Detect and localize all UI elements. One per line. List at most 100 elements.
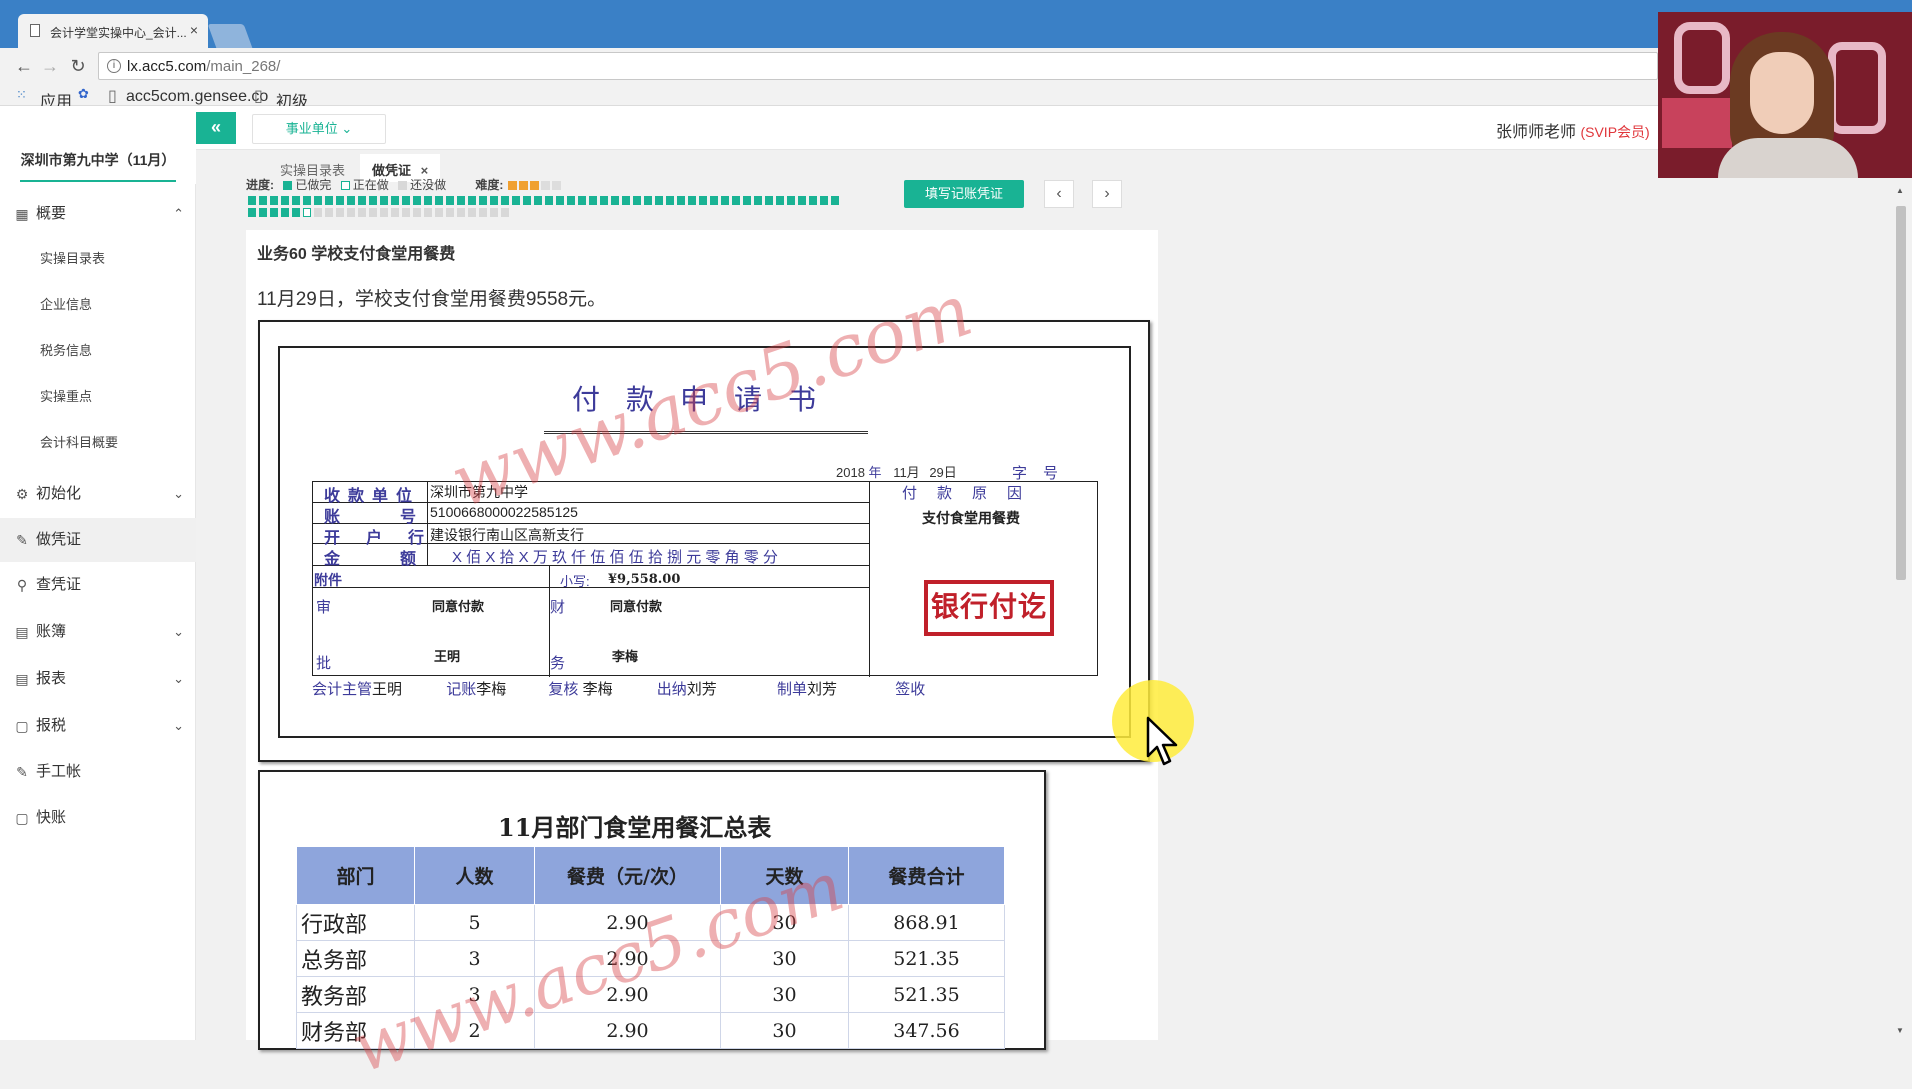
progress-cell[interactable]	[633, 196, 641, 205]
progress-cell[interactable]	[589, 196, 597, 205]
progress-cell[interactable]	[325, 208, 333, 217]
progress-cell[interactable]	[457, 208, 465, 217]
progress-cell[interactable]	[446, 196, 454, 205]
progress-cell[interactable]	[369, 208, 377, 217]
sidebar-item-7[interactable]: ✎ 手工帐	[0, 750, 196, 794]
progress-cell[interactable]	[358, 208, 366, 217]
progress-cell[interactable]	[391, 208, 399, 217]
progress-cell[interactable]	[721, 196, 729, 205]
sidebar-subitem-2[interactable]: 税务信息	[0, 328, 196, 374]
progress-cell[interactable]	[809, 196, 817, 205]
progress-cell[interactable]	[380, 196, 388, 205]
sidebar-subitem-3[interactable]: 实操重点	[0, 374, 196, 420]
progress-cell[interactable]	[490, 208, 498, 217]
close-tab-icon[interactable]: ×	[190, 22, 198, 38]
progress-cell[interactable]	[424, 208, 432, 217]
progress-cell[interactable]	[666, 196, 674, 205]
info-icon[interactable]: i	[107, 59, 121, 73]
scroll-down-icon[interactable]: ▼	[1896, 1026, 1904, 1035]
progress-cell[interactable]	[325, 196, 333, 205]
sidebar-item-2[interactable]: ✎ 做凭证	[0, 518, 196, 562]
progress-cell[interactable]	[248, 196, 256, 205]
user-info[interactable]: 张师师老师 (SVIP会员)	[1496, 118, 1650, 142]
progress-cell[interactable]	[281, 196, 289, 205]
progress-cell[interactable]	[622, 196, 630, 205]
progress-cell[interactable]	[677, 196, 685, 205]
sidebar-subitem-0[interactable]: 实操目录表	[0, 236, 196, 282]
progress-cell[interactable]	[402, 196, 410, 205]
progress-cell[interactable]	[424, 196, 432, 205]
progress-cell[interactable]	[457, 196, 465, 205]
progress-cell[interactable]	[347, 208, 355, 217]
progress-cell[interactable]	[578, 196, 586, 205]
progress-cell[interactable]	[336, 208, 344, 217]
sidebar-item-5[interactable]: ▤ 报表 ⌄	[0, 657, 196, 701]
progress-cell[interactable]	[402, 208, 410, 217]
progress-cell[interactable]	[831, 196, 839, 205]
sidebar-item-1[interactable]: ⚙ 初始化 ⌄	[0, 472, 196, 516]
sidebar-item-8[interactable]: ▢ 快账	[0, 796, 196, 840]
progress-cell[interactable]	[743, 196, 751, 205]
progress-cell[interactable]	[699, 196, 707, 205]
address-bar[interactable]: i lx.acc5.com/main_268/	[98, 52, 1658, 80]
progress-cell[interactable]	[787, 196, 795, 205]
progress-cell[interactable]	[512, 196, 520, 205]
progress-cell[interactable]	[501, 196, 509, 205]
progress-cell[interactable]	[710, 196, 718, 205]
progress-cell[interactable]	[281, 208, 289, 217]
progress-cell[interactable]	[347, 196, 355, 205]
progress-cell[interactable]	[248, 208, 256, 217]
chevron-down-icon[interactable]: ⌄	[173, 704, 184, 748]
progress-cell[interactable]	[479, 208, 487, 217]
chevron-down-icon[interactable]: ⌄	[173, 610, 184, 654]
progress-cell[interactable]	[490, 196, 498, 205]
progress-cell[interactable]	[336, 196, 344, 205]
progress-cell[interactable]	[292, 208, 300, 217]
scroll-up-icon[interactable]: ▲	[1896, 186, 1904, 195]
progress-cell[interactable]	[435, 196, 443, 205]
progress-cell[interactable]	[600, 196, 608, 205]
sidebar-item-4[interactable]: ▤ 账簿 ⌄	[0, 610, 196, 654]
scrollbar-thumb[interactable]	[1896, 206, 1906, 580]
sidebar-subitem-1[interactable]: 企业信息	[0, 282, 196, 328]
chevron-down-icon[interactable]: ⌄	[173, 657, 184, 701]
progress-cell[interactable]	[380, 208, 388, 217]
progress-cell[interactable]	[567, 196, 575, 205]
progress-cell[interactable]	[556, 196, 564, 205]
progress-cell[interactable]	[765, 196, 773, 205]
prev-button[interactable]: ‹	[1044, 180, 1074, 208]
progress-cell[interactable]	[413, 196, 421, 205]
collapse-sidebar-button[interactable]: «	[196, 112, 236, 144]
progress-cell[interactable]	[754, 196, 762, 205]
unit-type-select[interactable]: 事业单位 ⌄	[252, 114, 386, 144]
fill-voucher-button[interactable]: 填写记账凭证	[904, 180, 1024, 208]
progress-cell[interactable]	[369, 196, 377, 205]
progress-cell[interactable]	[644, 196, 652, 205]
sidebar-item-6[interactable]: ▢ 报税 ⌄	[0, 704, 196, 748]
progress-cell[interactable]	[611, 196, 619, 205]
progress-cell[interactable]	[314, 196, 322, 205]
progress-cell[interactable]	[270, 208, 278, 217]
bookmark-gensee[interactable]: acc5com.gensee.co	[126, 88, 268, 106]
progress-cell[interactable]	[314, 208, 322, 217]
chevron-down-icon[interactable]: ⌄	[173, 472, 184, 516]
progress-cell[interactable]	[270, 196, 278, 205]
progress-cell[interactable]	[303, 196, 311, 205]
browser-tab[interactable]: 会计学堂实操中心_会计... ×	[18, 14, 208, 48]
forward-icon[interactable]: →	[40, 56, 60, 76]
sidebar-subitem-4[interactable]: 会计科目概要	[0, 420, 196, 466]
progress-cell[interactable]	[259, 208, 267, 217]
progress-cell[interactable]	[501, 208, 509, 217]
progress-cell[interactable]	[292, 196, 300, 205]
progress-cell[interactable]	[391, 196, 399, 205]
progress-cell[interactable]	[468, 196, 476, 205]
progress-cell[interactable]	[820, 196, 828, 205]
next-button[interactable]: ›	[1092, 180, 1122, 208]
progress-cell[interactable]	[358, 196, 366, 205]
progress-cell[interactable]	[435, 208, 443, 217]
progress-cell[interactable]	[413, 208, 421, 217]
progress-cell[interactable]	[776, 196, 784, 205]
back-icon[interactable]: ←	[14, 56, 34, 76]
progress-cell[interactable]	[523, 196, 531, 205]
progress-cell[interactable]	[259, 196, 267, 205]
